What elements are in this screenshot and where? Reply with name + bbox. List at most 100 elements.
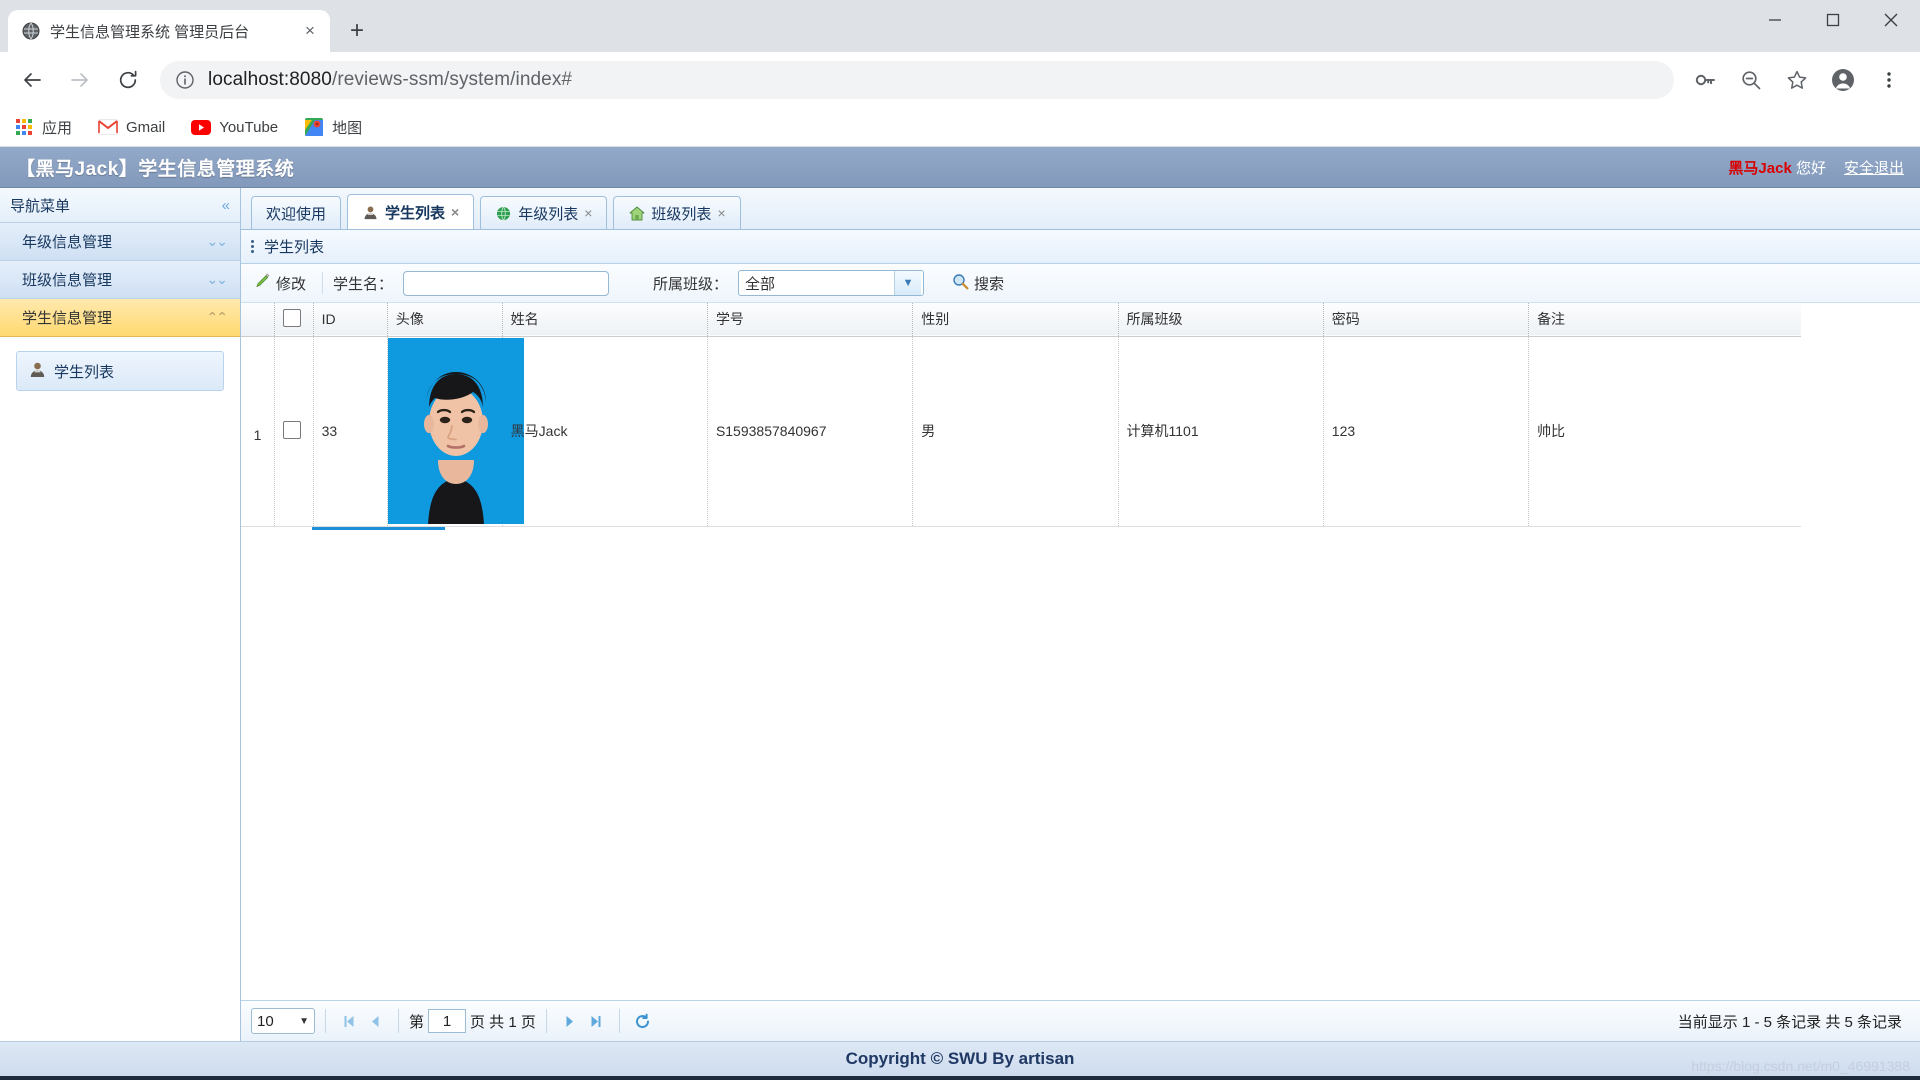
- class-filter-select[interactable]: 全部 ▼: [738, 270, 925, 296]
- bookmark-label: 应用: [42, 119, 73, 137]
- youtube-icon: [191, 117, 212, 137]
- column-header-avatar[interactable]: 头像: [387, 303, 503, 336]
- tab-label: 班级列表: [651, 205, 712, 223]
- sidebar-item-student-management[interactable]: 学生信息管理 ⌃⌃: [0, 299, 240, 337]
- page-footer: Copyright © SWU By artisan https://blog.…: [0, 1041, 1920, 1076]
- tab-student-list[interactable]: 学生列表 ×: [347, 194, 475, 229]
- prev-page-button[interactable]: [362, 1008, 388, 1034]
- pagination-divider: [398, 1009, 399, 1033]
- web-page: 【黑马Jack】学生信息管理系统 黑马Jack 您好 安全退出 导航菜单 « 年…: [0, 147, 1920, 1080]
- tab-close-icon[interactable]: ×: [717, 205, 725, 221]
- sidebar-item-student-list[interactable]: 学生列表: [16, 351, 224, 391]
- cell-remark: 帅比: [1528, 336, 1801, 527]
- class-filter-label: 所属班级：: [653, 275, 729, 293]
- column-header-name[interactable]: 姓名: [502, 303, 708, 336]
- page-body: 导航菜单 « 年级信息管理 ⌄⌄ 班级信息管理 ⌄⌄ 学生信息管理 ⌃⌃ 学生列…: [0, 188, 1920, 1041]
- new-tab-button[interactable]: +: [340, 14, 374, 48]
- current-user: 黑马Jack 您好: [1728, 157, 1826, 178]
- page-size-value: 10: [257, 1012, 274, 1030]
- search-button-label: 搜索: [974, 275, 1005, 293]
- sidebar-collapse-icon[interactable]: «: [222, 197, 230, 214]
- last-page-button[interactable]: [583, 1008, 609, 1034]
- bookmark-maps[interactable]: 地图: [304, 117, 362, 138]
- sidebar-item-label: 年级信息管理: [22, 234, 113, 251]
- tab-label: 年级列表: [518, 205, 579, 223]
- sidebar: 导航菜单 « 年级信息管理 ⌄⌄ 班级信息管理 ⌄⌄ 学生信息管理 ⌃⌃ 学生列…: [0, 188, 241, 1041]
- row-checkbox[interactable]: [283, 420, 302, 439]
- panel-header: 学生列表: [241, 230, 1920, 264]
- column-header-student-no[interactable]: 学号: [707, 303, 914, 336]
- bookmark-label: YouTube: [219, 118, 279, 136]
- panel-toolbar: 修改 学生名： 所属班级： 全部 ▼ 搜索: [241, 264, 1920, 303]
- page-number-input[interactable]: [428, 1009, 467, 1033]
- student-photo: [387, 338, 524, 524]
- browser-tab[interactable]: 学生信息管理系统 管理员后台 ×: [8, 10, 330, 52]
- cell-class: 计算机1101: [1118, 336, 1324, 527]
- pagination-divider: [545, 1009, 547, 1033]
- app-brand-title: 【黑马Jack】学生信息管理系统: [16, 158, 295, 180]
- column-header-id[interactable]: ID: [313, 303, 388, 336]
- student-avatar-icon: [29, 361, 46, 382]
- student-list-panel: 学生列表 修改 学生名： 所属班级： 全部 ▼ 搜索 ID 头像 姓名 学号 性…: [241, 230, 1920, 1041]
- page-suffix-label: 页 共 1 页: [470, 1013, 536, 1031]
- edit-button[interactable]: 修改: [249, 271, 312, 296]
- select-all-header[interactable]: [274, 303, 314, 336]
- sidebar-item-grade-management[interactable]: 年级信息管理 ⌄⌄: [0, 223, 240, 261]
- back-button[interactable]: [11, 59, 53, 101]
- window-minimize-button[interactable]: [1746, 0, 1804, 40]
- sidebar-item-class-management[interactable]: 班级信息管理 ⌄⌄: [0, 261, 240, 299]
- browser-tab-close-icon[interactable]: ×: [298, 19, 322, 43]
- column-header-password[interactable]: 密码: [1323, 303, 1530, 336]
- tab-grade-list[interactable]: 年级列表 ×: [480, 196, 608, 229]
- column-header-gender[interactable]: 性别: [912, 303, 1119, 336]
- select-all-checkbox[interactable]: [283, 308, 302, 327]
- chevron-down-icon[interactable]: ▼: [894, 271, 922, 295]
- zoom-out-icon[interactable]: [1730, 59, 1772, 101]
- column-header-class[interactable]: 所属班级: [1118, 303, 1324, 336]
- tab-welcome[interactable]: 欢迎使用: [251, 196, 342, 229]
- row-select-cell[interactable]: [274, 336, 314, 527]
- browser-tab-title: 学生信息管理系统 管理员后台: [50, 23, 250, 41]
- pencil-icon: [255, 273, 271, 293]
- copyright-text: Copyright © SWU By artisan: [845, 1049, 1075, 1068]
- pagination-bar: 10 ▼ 第 1 页 共 1 页 当前显示 1 - 5 条记录 共 5 条记录: [241, 1000, 1920, 1041]
- page-size-select[interactable]: 10 ▼: [251, 1008, 315, 1034]
- student-table: ID 头像 姓名 学号 性别 所属班级 密码 备注 1 33 黑马Jack S1…: [241, 303, 1801, 527]
- tab-class-list[interactable]: 班级列表 ×: [613, 196, 741, 229]
- cell-gender: 男: [912, 336, 1119, 527]
- window-maximize-button[interactable]: [1804, 0, 1862, 40]
- column-header-remark[interactable]: 备注: [1529, 303, 1801, 336]
- student-name-input[interactable]: [403, 270, 610, 296]
- bookmark-youtube[interactable]: YouTube: [191, 117, 278, 137]
- chevron-down-icon[interactable]: ▼: [299, 1016, 309, 1027]
- address-bar[interactable]: localhost:8080/reviews-ssm/system/index#: [160, 61, 1674, 99]
- bookmark-gmail[interactable]: Gmail: [98, 117, 165, 137]
- window-close-button[interactable]: [1862, 0, 1920, 40]
- tab-close-icon[interactable]: ×: [451, 204, 459, 220]
- forward-button[interactable]: [59, 59, 101, 101]
- browser-tab-strip: 学生信息管理系统 管理员后台 × +: [0, 0, 1920, 52]
- table-row[interactable]: 1 33 黑马Jack S1593857840967 男 计算机1101 123…: [241, 336, 1801, 527]
- refresh-button[interactable]: [630, 1008, 656, 1034]
- browser-toolbar: localhost:8080/reviews-ssm/system/index#: [0, 52, 1920, 108]
- url-host: localhost:8080: [208, 69, 332, 90]
- menu-kebab-icon[interactable]: [1868, 59, 1910, 101]
- bookmark-apps[interactable]: 应用: [14, 117, 72, 138]
- student-avatar-icon: [362, 204, 379, 221]
- reload-button[interactable]: [107, 59, 149, 101]
- star-icon[interactable]: [1776, 59, 1818, 101]
- tab-close-icon[interactable]: ×: [584, 205, 592, 221]
- url-path: /reviews-ssm/system/index#: [331, 69, 573, 90]
- site-info-icon[interactable]: [174, 69, 196, 91]
- cell-name: 黑马Jack: [502, 336, 708, 527]
- sidebar-accordion: 年级信息管理 ⌄⌄ 班级信息管理 ⌄⌄ 学生信息管理 ⌃⌃: [0, 223, 240, 337]
- logout-link[interactable]: 安全退出: [1844, 157, 1904, 178]
- profile-icon[interactable]: [1822, 59, 1864, 101]
- cell-password: 123: [1323, 336, 1530, 527]
- search-button[interactable]: 搜索: [946, 271, 1010, 296]
- student-name-label: 学生名：: [333, 275, 394, 293]
- content-tab-bar: 欢迎使用 学生列表 × 年级列表 × 班级列表 ×: [241, 188, 1920, 230]
- first-page-button[interactable]: [336, 1008, 362, 1034]
- key-icon[interactable]: [1684, 59, 1726, 101]
- next-page-button[interactable]: [557, 1008, 583, 1034]
